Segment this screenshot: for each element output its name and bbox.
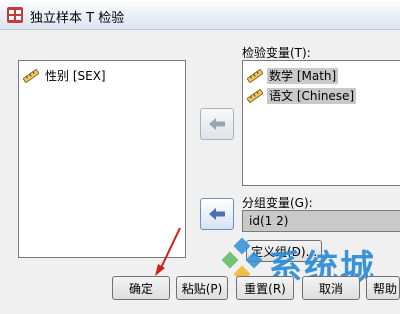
paste-button[interactable]: 粘贴(P)	[176, 276, 228, 300]
variable-label: 性别 [SEX]	[45, 69, 106, 83]
spss-app-icon	[7, 7, 23, 23]
move-to-grouping-variable-button[interactable]	[200, 198, 234, 230]
variable-label: 语文 [Chinese]	[267, 88, 357, 104]
annotation-arrow-icon	[155, 227, 181, 276]
arrow-left-icon	[209, 208, 225, 220]
list-item[interactable]: 性别 [SEX]	[19, 67, 185, 85]
grouping-variable-field[interactable]: id(1 2)	[242, 210, 400, 232]
list-item[interactable]: 数学 [Math]	[243, 67, 400, 85]
window-title: 独立样本 T 检验	[30, 11, 125, 26]
test-variable-list[interactable]: 数学 [Math] 语文 [Chinese]	[242, 60, 400, 186]
title-bar[interactable]: 独立样本 T 检验	[0, 0, 400, 30]
list-item[interactable]: 语文 [Chinese]	[243, 87, 400, 105]
ruler-icon	[247, 89, 263, 103]
test-variables-label: 检验变量(T):	[242, 46, 311, 60]
arrow-left-icon	[209, 118, 225, 130]
ruler-icon	[247, 69, 263, 83]
help-button[interactable]: 帮助	[366, 276, 400, 300]
cancel-button[interactable]: 取消	[302, 276, 360, 300]
ruler-icon	[23, 69, 39, 83]
variable-label: 数学 [Math]	[267, 68, 339, 84]
grouping-variable-label: 分组变量(G):	[242, 196, 313, 210]
ok-button[interactable]: 确定	[112, 276, 170, 300]
move-to-test-variables-button[interactable]	[200, 108, 234, 140]
reset-button[interactable]: 重置(R)	[236, 276, 294, 300]
